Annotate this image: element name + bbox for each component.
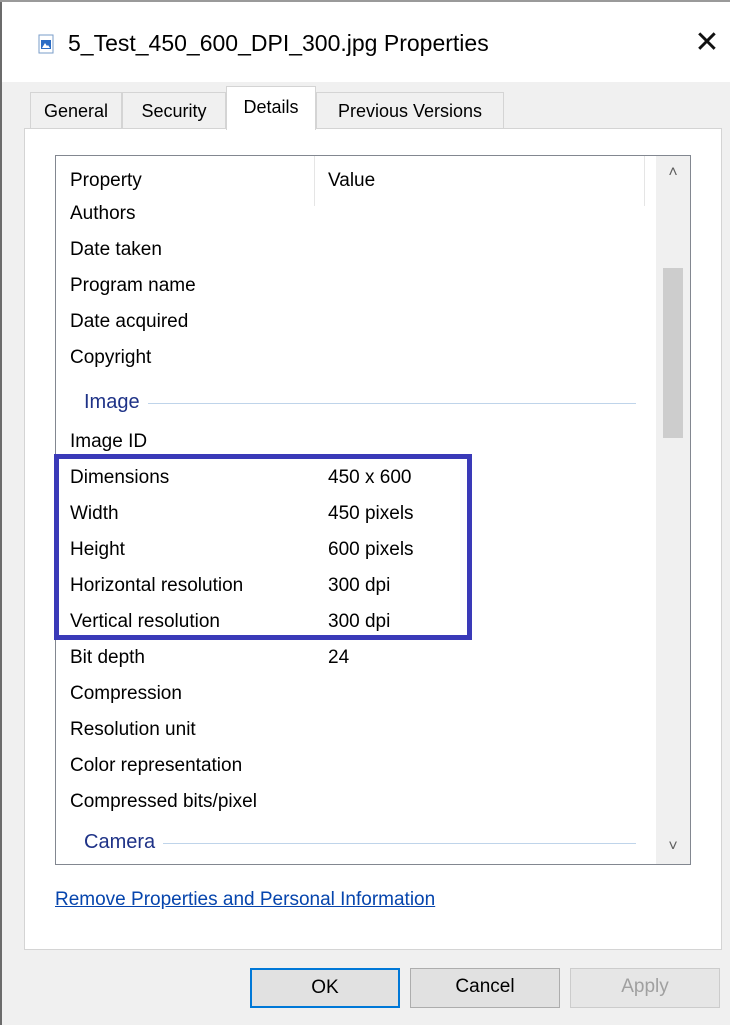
property-name: Vertical resolution <box>70 611 220 632</box>
column-header-label: Property <box>70 170 142 191</box>
button-label: OK <box>311 977 339 998</box>
tab-label: General <box>43 101 109 121</box>
property-value[interactable]: 300 dpi <box>328 604 390 640</box>
image-file-icon <box>38 34 54 54</box>
property-row[interactable]: Dimensions 450 x 600 <box>56 460 656 496</box>
cancel-button[interactable]: Cancel <box>410 968 560 1008</box>
property-name: Resolution unit <box>70 719 196 740</box>
property-row[interactable]: Compressed bits/pixel <box>56 784 656 820</box>
scroll-up-button[interactable]: ˄ <box>656 156 690 190</box>
property-row[interactable]: Bit depth 24 <box>56 640 656 676</box>
group-divider <box>84 403 636 404</box>
property-row[interactable]: Compression <box>56 676 656 712</box>
property-name: Program name <box>70 275 196 296</box>
property-value[interactable]: 24 <box>328 640 349 676</box>
window-title: 5_Test_450_600_DPI_300.jpg Properties <box>68 30 489 56</box>
property-row[interactable]: Resolution unit <box>56 712 656 748</box>
property-row[interactable]: Vertical resolution 300 dpi <box>56 604 656 640</box>
chevron-down-icon: ˅ <box>668 838 678 855</box>
scroll-thumb[interactable] <box>663 268 683 438</box>
property-name: Compression <box>70 683 182 704</box>
title-bar: 5_Test_450_600_DPI_300.jpg Properties ✕ <box>2 2 730 82</box>
property-name: Height <box>70 539 125 560</box>
property-row[interactable]: Program name <box>56 268 656 304</box>
property-name: Dimensions <box>70 467 170 488</box>
property-row[interactable]: Color representation <box>56 748 656 784</box>
property-row[interactable]: Horizontal resolution 300 dpi <box>56 568 656 604</box>
group-label: Image <box>84 388 148 416</box>
vertical-scrollbar[interactable]: ˄ ˅ <box>656 156 690 864</box>
ok-button[interactable]: OK <box>250 968 400 1008</box>
property-value[interactable]: 450 x 600 <box>328 460 411 496</box>
button-label: Cancel <box>455 976 515 997</box>
group-header-camera: Camera <box>56 824 656 860</box>
tab-security[interactable]: Security <box>122 92 226 128</box>
property-name: Color representation <box>70 755 243 776</box>
tab-label: Security <box>141 101 207 121</box>
property-row[interactable]: Date acquired <box>56 304 656 340</box>
property-name: Horizontal resolution <box>70 575 244 596</box>
property-name: Date acquired <box>70 311 189 332</box>
group-label: Camera <box>84 828 164 856</box>
property-name: Width <box>70 503 119 524</box>
property-row[interactable]: Height 600 pixels <box>56 532 656 568</box>
scroll-down-button[interactable]: ˅ <box>656 830 690 864</box>
property-row[interactable]: Image ID <box>56 424 656 460</box>
property-row[interactable]: Copyright <box>56 340 656 376</box>
close-icon: ✕ <box>694 25 720 59</box>
chevron-up-icon: ˄ <box>668 164 678 181</box>
close-button[interactable]: ✕ <box>684 16 730 68</box>
property-row[interactable]: Authors <box>56 196 656 232</box>
remove-properties-link[interactable]: Remove Properties and Personal Informati… <box>55 889 435 911</box>
tab-details[interactable]: Details <box>226 86 316 130</box>
group-header-image: Image <box>56 384 656 420</box>
property-value[interactable]: 450 pixels <box>328 496 414 532</box>
group-divider <box>84 843 636 844</box>
property-name: Compressed bits/pixel <box>70 791 257 812</box>
property-row[interactable]: Width 450 pixels <box>56 496 656 532</box>
property-name: Authors <box>70 203 136 224</box>
property-name: Bit depth <box>70 647 145 668</box>
tab-previous-versions[interactable]: Previous Versions <box>316 92 504 128</box>
details-panel: Property Value Authors Date taken Progra… <box>24 128 722 950</box>
window-border <box>0 0 2 1025</box>
property-name: Copyright <box>70 347 152 368</box>
property-name: Date taken <box>70 239 162 260</box>
button-label: Apply <box>621 976 669 997</box>
tab-label: Previous Versions <box>337 101 483 121</box>
details-list[interactable]: Property Value Authors Date taken Progra… <box>55 155 691 865</box>
tab-label: Details <box>243 97 299 117</box>
apply-button: Apply <box>570 968 720 1008</box>
property-row[interactable]: Date taken <box>56 232 656 268</box>
tab-general[interactable]: General <box>30 92 122 128</box>
column-header-label: Value <box>328 170 376 191</box>
property-value[interactable]: 600 pixels <box>328 532 414 568</box>
property-name: Image ID <box>70 431 148 452</box>
property-value[interactable]: 300 dpi <box>328 568 390 604</box>
